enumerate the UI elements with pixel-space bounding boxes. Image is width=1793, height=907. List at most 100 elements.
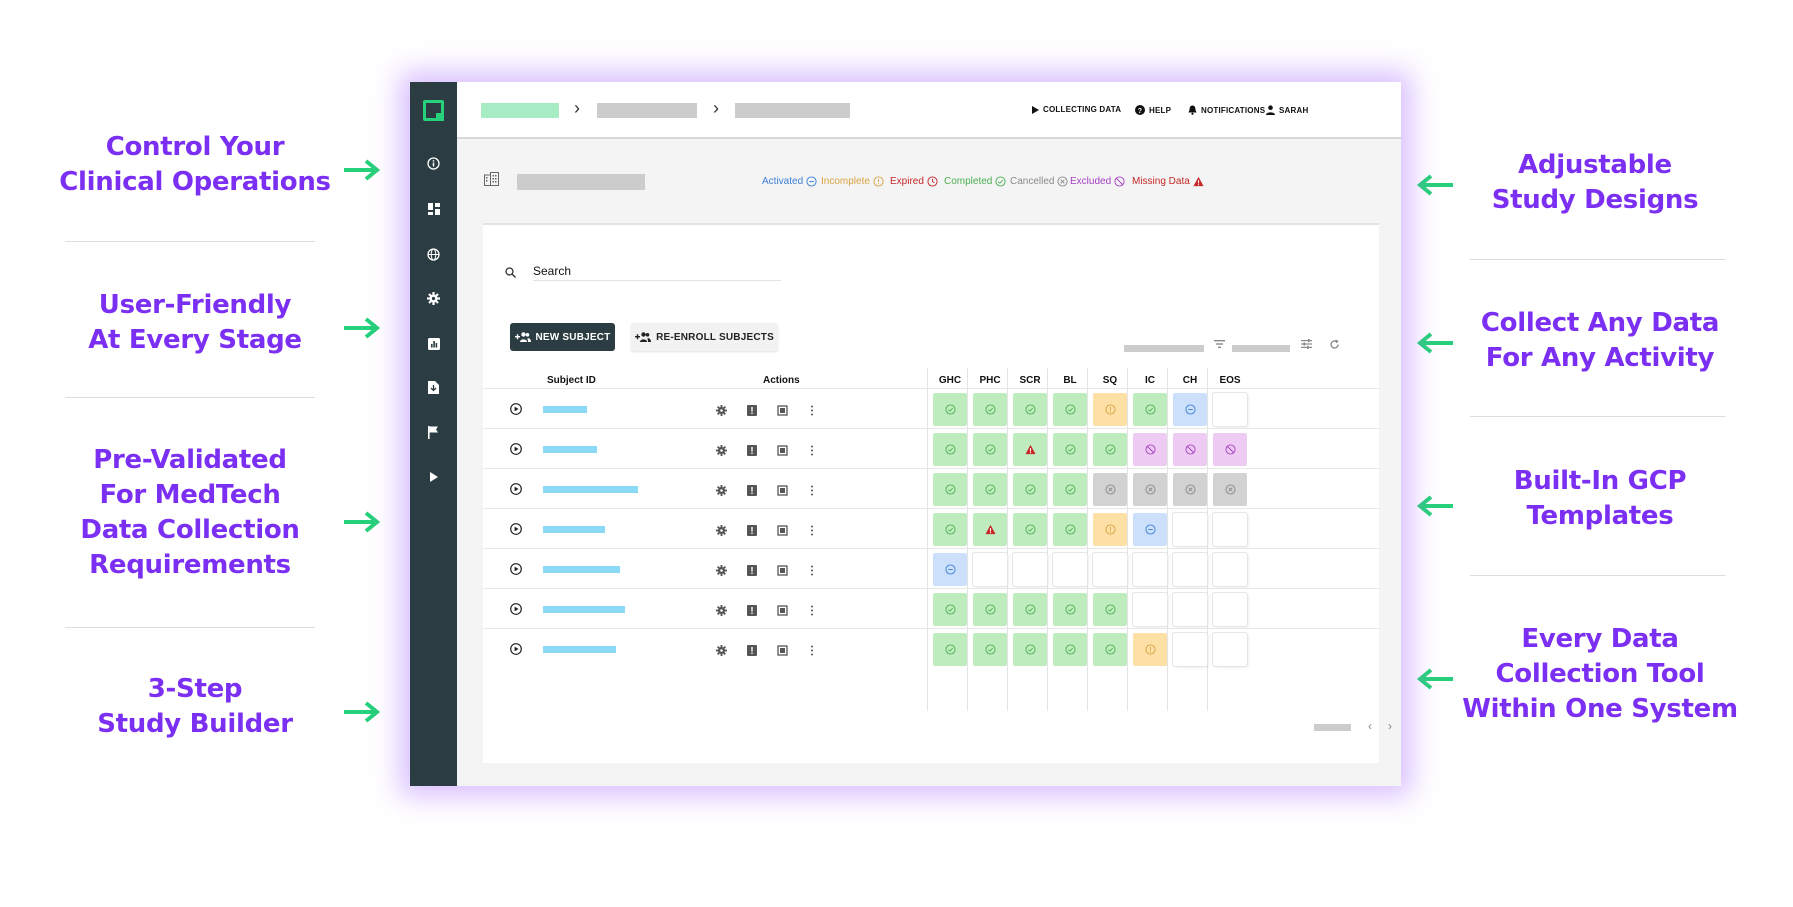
table-row[interactable] [483, 628, 1379, 668]
user-menu[interactable]: SARAH [1266, 105, 1308, 115]
visit-cell-empty[interactable] [1213, 593, 1247, 626]
table-row[interactable] [483, 548, 1379, 588]
visit-cell-empty[interactable] [1213, 393, 1247, 426]
visit-cell-empty[interactable] [1213, 633, 1247, 666]
visit-cell-incomplete[interactable] [1093, 513, 1127, 546]
notifications-button[interactable]: NOTIFICATIONS [1188, 105, 1265, 115]
transfer-icon[interactable] [777, 403, 788, 421]
visit-cell-cancelled[interactable] [1093, 473, 1127, 506]
visit-cell-completed[interactable] [973, 393, 1007, 426]
play-icon[interactable] [425, 468, 442, 485]
subject-id-link[interactable] [543, 406, 587, 413]
transfer-icon[interactable] [777, 643, 788, 661]
subject-id-link[interactable] [543, 566, 620, 573]
visit-cell-completed[interactable] [933, 433, 967, 466]
collecting-data-button[interactable]: COLLECTING DATA [1032, 105, 1121, 114]
gear-icon[interactable] [425, 290, 442, 307]
table-row[interactable] [483, 468, 1379, 508]
refresh-icon[interactable] [1329, 339, 1340, 350]
visit-cell-completed[interactable] [1013, 593, 1047, 626]
alert-icon[interactable] [747, 483, 757, 501]
settings-icon[interactable] [716, 443, 727, 461]
visit-cell-completed[interactable] [933, 513, 967, 546]
visit-cell-incomplete[interactable] [1093, 393, 1127, 426]
visit-cell-excluded[interactable] [1173, 433, 1207, 466]
subject-id-header[interactable]: Subject ID [547, 375, 596, 386]
table-row[interactable] [483, 588, 1379, 628]
transfer-icon[interactable] [777, 483, 788, 501]
more-vertical-icon[interactable] [810, 403, 814, 421]
settings-icon[interactable] [716, 523, 727, 541]
visit-cell-empty[interactable] [1213, 553, 1247, 586]
visit-cell-empty[interactable] [1213, 513, 1247, 546]
visit-cell-completed[interactable] [1093, 593, 1127, 626]
visit-cell-cancelled[interactable] [1173, 473, 1207, 506]
visit-cell-empty[interactable] [1133, 553, 1167, 586]
visit-cell-excluded[interactable] [1133, 433, 1167, 466]
more-vertical-icon[interactable] [810, 443, 814, 461]
breadcrumb-item-2[interactable] [597, 103, 697, 118]
next-page-button[interactable]: › [1388, 719, 1392, 733]
table-row[interactable] [483, 508, 1379, 548]
visit-cell-cancelled[interactable] [1213, 473, 1247, 506]
transfer-icon[interactable] [777, 603, 788, 621]
re-enroll-subjects-button[interactable]: RE-ENROLL SUBJECTS [631, 323, 778, 351]
visit-cell-completed[interactable] [933, 393, 967, 426]
subject-id-link[interactable] [543, 526, 605, 533]
table-row[interactable] [483, 428, 1379, 468]
visit-cell-completed[interactable] [1093, 433, 1127, 466]
visit-cell-cancelled[interactable] [1133, 473, 1167, 506]
visit-cell-empty[interactable] [1053, 553, 1087, 586]
alert-icon[interactable] [747, 563, 757, 581]
table-row[interactable] [483, 388, 1379, 428]
visit-cell-completed[interactable] [973, 473, 1007, 506]
visit-cell-completed[interactable] [933, 633, 967, 666]
visit-cell-completed[interactable] [1053, 473, 1087, 506]
visit-cell-completed[interactable] [1053, 513, 1087, 546]
visit-cell-activated[interactable] [1173, 393, 1207, 426]
more-vertical-icon[interactable] [810, 563, 814, 581]
more-vertical-icon[interactable] [810, 603, 814, 621]
visit-cell-empty[interactable] [973, 553, 1007, 586]
visit-cell-completed[interactable] [1053, 593, 1087, 626]
settings-icon[interactable] [716, 403, 727, 421]
subject-id-link[interactable] [543, 646, 616, 653]
settings-icon[interactable] [716, 563, 727, 581]
more-vertical-icon[interactable] [810, 523, 814, 541]
visit-cell-completed[interactable] [1013, 393, 1047, 426]
app-logo[interactable] [423, 100, 444, 121]
visit-cell-completed[interactable] [973, 633, 1007, 666]
visit-cell-completed[interactable] [1053, 393, 1087, 426]
alert-icon[interactable] [747, 643, 757, 661]
previous-page-button[interactable]: ‹ [1368, 719, 1372, 733]
alert-icon[interactable] [747, 523, 757, 541]
help-button[interactable]: ? HELP [1135, 105, 1171, 115]
visit-cell-empty[interactable] [1133, 593, 1167, 626]
play-circle-icon[interactable] [510, 482, 522, 500]
subject-id-link[interactable] [543, 446, 597, 453]
settings-icon[interactable] [716, 643, 727, 661]
visit-cell-completed[interactable] [933, 593, 967, 626]
visit-cell-empty[interactable] [1173, 593, 1207, 626]
globe-icon[interactable] [425, 246, 442, 263]
report-icon[interactable] [425, 335, 442, 352]
visit-cell-completed[interactable] [973, 433, 1007, 466]
flag-icon[interactable] [425, 424, 442, 441]
alert-icon[interactable] [747, 403, 757, 421]
visit-cell-empty[interactable] [1013, 553, 1047, 586]
visit-cell-missing[interactable] [973, 513, 1007, 546]
info-icon[interactable] [425, 155, 442, 172]
visit-cell-completed[interactable] [1053, 633, 1087, 666]
visit-cell-completed[interactable] [1093, 633, 1127, 666]
visit-cell-completed[interactable] [1013, 513, 1047, 546]
settings-icon[interactable] [716, 603, 727, 621]
filter-icon[interactable] [1214, 339, 1225, 349]
play-circle-icon[interactable] [510, 562, 522, 580]
visit-cell-completed[interactable] [933, 473, 967, 506]
download-icon[interactable] [425, 379, 442, 396]
transfer-icon[interactable] [777, 563, 788, 581]
visit-cell-incomplete[interactable] [1133, 633, 1167, 666]
transfer-icon[interactable] [777, 443, 788, 461]
visit-cell-activated[interactable] [1133, 513, 1167, 546]
alert-icon[interactable] [747, 443, 757, 461]
